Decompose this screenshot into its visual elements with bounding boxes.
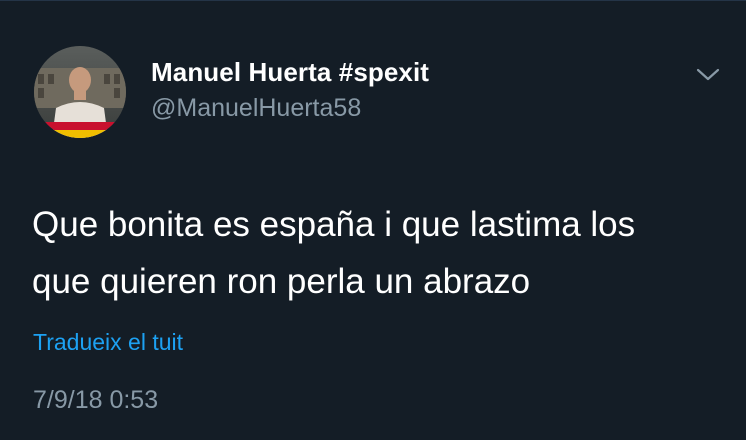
tweet-text-line: Que bonita es españa i que lastima los	[32, 205, 636, 244]
tweet-text-line: que quieren ron perla un abrazo	[32, 262, 531, 301]
tweet-timestamp[interactable]: 7/9/18 0:53	[33, 386, 158, 415]
avatar[interactable]	[34, 46, 126, 138]
chevron-down-icon[interactable]	[694, 64, 722, 84]
author-handle[interactable]: @ManuelHuerta58	[151, 94, 361, 123]
avatar-photo	[34, 46, 126, 138]
tweet-text: Que bonita es españa i que lastima los q…	[32, 196, 732, 310]
top-divider	[0, 0, 746, 1]
translate-tweet-link[interactable]: Tradueix el tuit	[33, 329, 183, 356]
author-display-name[interactable]: Manuel Huerta #spexit	[151, 57, 429, 88]
